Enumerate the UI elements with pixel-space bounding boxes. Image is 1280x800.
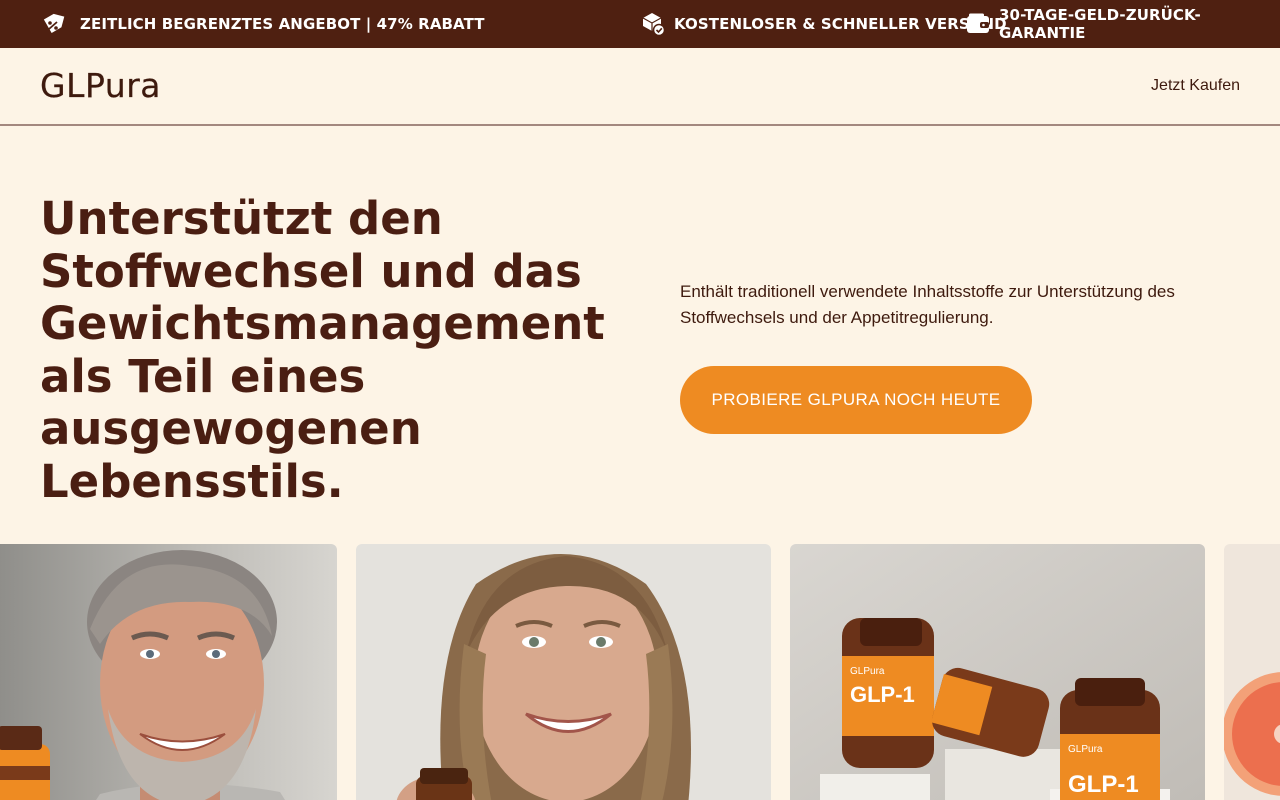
hero-title: Unterstützt den Stoffwechsel und das Gew… <box>40 192 605 508</box>
shipping-text: KOSTENLOSER & SCHNELLER VERSAND <box>674 15 1007 33</box>
bottle-2-name: GLP-1 <box>1068 771 1139 798</box>
grapefruit-image <box>1224 544 1280 800</box>
brand-logo[interactable]: GLPura <box>40 66 161 106</box>
bottle-1-name: GLP-1 <box>850 682 915 707</box>
announcement-bar: ZEITLICH BEGRENZTES ANGEBOT | 47% RABATT… <box>0 0 1280 48</box>
package-check-icon <box>642 13 666 37</box>
site-header: GLPura Jetzt Kaufen <box>0 48 1280 126</box>
testimonial-image-woman <box>356 544 771 800</box>
guarantee-text: 30-TAGE-GELD-ZURÜCK-GARANTIE <box>999 6 1201 42</box>
offer-text: ZEITLICH BEGRENZTES ANGEBOT | 47% RABATT <box>80 15 485 33</box>
bottle-2-brand: GLPura <box>1068 744 1103 755</box>
testimonial-image-man <box>0 544 337 800</box>
product-image-bottles: GLPura GLP-1 GLPura GLP-1 <box>790 544 1205 800</box>
discount-tag-icon <box>43 13 65 33</box>
try-glpura-button[interactable]: PROBIERE GLPURA NOCH HEUTE <box>680 366 1032 434</box>
buy-now-link[interactable]: Jetzt Kaufen <box>1151 75 1240 97</box>
wallet-icon <box>967 13 989 33</box>
bottle-1-brand: GLPura <box>850 666 885 677</box>
guarantee-notice: 30-TAGE-GELD-ZURÜCK-GARANTIE <box>965 0 1280 48</box>
offer-notice: ZEITLICH BEGRENZTES ANGEBOT | 47% RABATT <box>40 0 485 48</box>
shipping-notice: KOSTENLOSER & SCHNELLER VERSAND <box>640 0 1007 48</box>
hero-description: Enthält traditionell verwendete Inhaltss… <box>680 282 1175 327</box>
